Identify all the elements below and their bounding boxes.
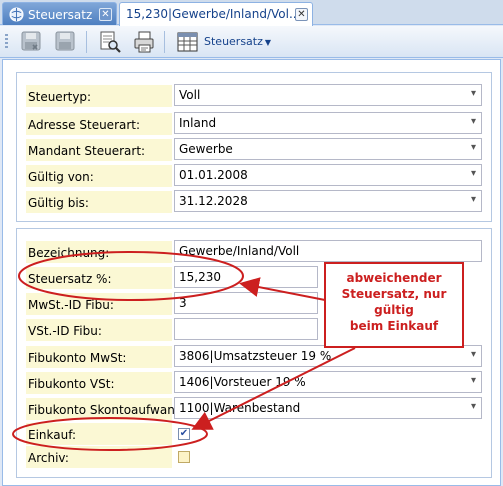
print-preview-button[interactable] [98,30,122,54]
tab-steuersatz[interactable]: Steuersatz ✕ [2,2,117,25]
menu-label: Steuersatz [204,35,263,48]
steuertyp-select[interactable]: Voll [174,84,482,106]
print-button[interactable] [132,30,156,54]
tab-label: Steuersatz [28,8,93,22]
print-preview-icon [100,31,121,53]
save-close-button[interactable] [20,30,44,54]
toolbar-separator [86,31,87,53]
bezeichnung-input[interactable]: Gewerbe/Inland/Voll [174,240,482,262]
callout-line: beim Einkauf [349,319,439,333]
archiv-checkbox[interactable] [178,451,190,463]
mwst-id-input[interactable]: 3 [174,292,318,314]
toolbar-grip [5,34,8,50]
tab-steuersatz-detail[interactable]: 15,230|Gewerbe/Inland/Vol... ✕ [119,2,313,26]
label-steuersatz: Steuersatz %: [26,267,172,289]
save-icon [55,31,75,51]
adresse-steuerart-select[interactable]: Inland [174,112,482,134]
steuersatz-menu-button[interactable]: Steuersatz ▼ [204,35,271,48]
fibukonto-mwst-select[interactable]: 3806|Umsatzsteuer 19 % [174,345,482,367]
label-steuertyp: Steuertyp: [26,85,172,107]
mandant-steuerart-select[interactable]: Gewerbe [174,138,482,160]
save-close-icon [21,31,41,51]
tab-strip: Steuersatz ✕ 15,230|Gewerbe/Inland/Vol..… [0,0,503,26]
fibukonto-vst-select[interactable]: 1406|Vorsteuer 19 % [174,371,482,393]
toolbar: Steuersatz ▼ [0,26,503,58]
gueltig-bis-datepicker[interactable]: 31.12.2028 [174,190,482,212]
close-icon[interactable]: ✕ [99,8,112,21]
tab-label: 15,230|Gewerbe/Inland/Vol... [126,7,301,21]
toolbar-separator [164,31,165,53]
label-fibukonto-vst: Fibukonto VSt: [26,372,172,394]
label-bezeichnung: Bezeichnung: [26,241,172,263]
label-gueltig-bis: Gültig bis: [26,191,172,213]
label-archiv: Archiv: [26,446,172,468]
printer-icon [134,31,154,53]
einkauf-checkbox[interactable]: ✔ [178,428,190,440]
label-vst-id: VSt.-ID Fibu: [26,319,172,341]
save-button[interactable] [54,30,78,54]
chevron-down-icon: ▼ [264,38,272,47]
label-fibukonto-skonto: Fibukonto Skontoaufwand: [26,398,186,420]
vst-id-input[interactable] [174,318,318,340]
label-fibukonto-mwst: Fibukonto MwSt: [26,346,172,368]
label-einkauf: Einkauf: [26,423,172,445]
label-mandant-steuerart: Mandant Steuerart: [26,139,172,161]
gueltig-von-datepicker[interactable]: 01.01.2008 [174,164,482,186]
grid-view-button[interactable] [176,30,200,54]
close-icon[interactable]: ✕ [295,8,308,21]
label-mwst-id: MwSt.-ID Fibu: [26,293,172,315]
label-gueltig-von: Gültig von: [26,165,172,187]
label-adresse-steuerart: Adresse Steuerart: [26,113,172,135]
steuersatz-input[interactable]: 15,230 [174,266,318,288]
callout-line: Steuersatz, nur gültig [341,287,447,317]
fibukonto-skonto-select[interactable]: 1100|Warenbestand [174,397,482,419]
globe-icon [9,7,24,22]
annotation-callout: abweichender Steuersatz, nur gültig beim… [324,262,464,348]
table-icon [177,32,198,52]
callout-line: abweichender [346,271,442,285]
